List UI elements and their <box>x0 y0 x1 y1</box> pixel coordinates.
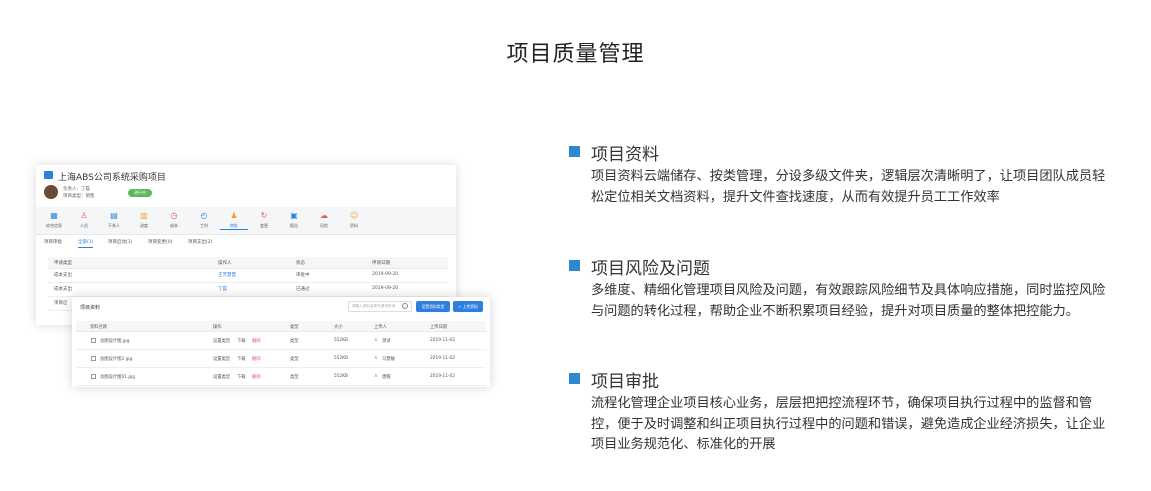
feature-title: 项目风险及问题 <box>591 259 710 279</box>
row-checkbox[interactable] <box>91 356 96 361</box>
contacts-icon: ▤ <box>110 211 118 220</box>
table-header: 资料名称 操作 类型 大小 上传人 上传日期 <box>76 321 486 332</box>
set-type-link[interactable]: 设置类型 <box>213 338 230 344</box>
documents-panel: 项目资料 请输入资料名称关键词查询 设置资料类型 + 上传资料 资料名称 操作 … <box>72 297 490 387</box>
table-row[interactable]: 总图设计图2.jpg 设置类型 下载 删除 类型 552KB ♙ 马慧敏 201… <box>76 350 486 368</box>
grid-icon: ▦ <box>50 211 58 220</box>
module-nav: ▦ 综合信息 ♙ 人员 ▤ 干系人 ▥ 进度 ◷ 成本 ◴ 工时 ♟ 审批 ↻ 变更 ▣ 报告 ☁… <box>36 207 456 235</box>
nav-item-change[interactable]: ↻ 变更 <box>250 210 278 229</box>
page-title: 项目质量管理 <box>506 42 645 67</box>
upload-button[interactable]: + 上传资料 <box>453 301 483 312</box>
project-icon <box>44 171 53 179</box>
report-icon: ▣ <box>290 211 298 220</box>
tab-start[interactable]: 项目启动(1) <box>108 239 132 245</box>
table-row[interactable]: 成本支出 王芳慧慧 审批中 2019-09-20 <box>48 269 448 283</box>
feature-description: 流程化管理企业项目核心业务，层层把把控流程环节，确保项目执行过程中的监督和管控，… <box>591 396 1106 452</box>
bullet-square-icon <box>569 260 580 271</box>
documents-title: 项目资料 <box>80 305 101 311</box>
approval-icon: ♟ <box>230 211 238 220</box>
nav-item-stakeholders[interactable]: ▤ 干系人 <box>100 210 128 229</box>
nav-item-people[interactable]: ♙ 人员 <box>70 210 98 229</box>
set-type-link[interactable]: 设置类型 <box>213 374 230 380</box>
cloud-icon: ☁ <box>320 211 328 220</box>
row-checkbox[interactable] <box>91 338 96 343</box>
delete-link[interactable]: 删除 <box>252 374 261 380</box>
nav-item-progress[interactable]: ▥ 进度 <box>130 210 158 229</box>
search-icon[interactable] <box>402 303 408 309</box>
table-row[interactable]: 总图设计图.jpg 设置类型 下载 删除 类型 552KB ♙ 测试 2019-… <box>76 332 486 350</box>
table-row[interactable]: 总图设计图01.jpg 设置类型 下载 删除 类型 552KB ♙ 唐帽 201… <box>76 368 486 386</box>
project-type: 项目类型：销售 <box>63 194 95 199</box>
project-header: 上海ABS公司系统采购项目 负责人：丁磊 项目类型：销售 进行中 <box>36 165 456 207</box>
download-link[interactable]: 下载 <box>237 374 246 380</box>
project-manager: 负责人：丁磊 <box>63 187 90 192</box>
table-row[interactable]: 成本支出 丁磊 已通过 2019-09-20 <box>48 283 448 297</box>
clock-icon: ◷ <box>170 211 178 220</box>
avatar <box>44 185 58 199</box>
set-type-link[interactable]: 设置类型 <box>213 356 230 362</box>
feature-description: 项目资料云端储存、按类管理，分设多级文件夹，逻辑层次清晰明了，让项目团队成员轻松… <box>591 169 1106 205</box>
status-badge: 进行中 <box>128 189 152 197</box>
download-link[interactable]: 下载 <box>237 356 246 362</box>
change-icon: ↻ <box>260 211 268 220</box>
user-icon: ♙ <box>374 356 378 361</box>
set-type-button[interactable]: 设置资料类型 <box>416 301 450 312</box>
user-icon: ♙ <box>374 374 378 379</box>
bullet-square-icon <box>569 373 580 384</box>
table-header: 申请类型 操作人 状态 申请日期 <box>48 257 448 269</box>
nav-item-risk[interactable]: ☁ 风险 <box>310 210 338 229</box>
project-name: 上海ABS公司系统采购项目 <box>58 173 166 183</box>
timer-icon: ◴ <box>200 211 208 220</box>
nav-item-documents[interactable]: ☺ 资料 <box>340 210 368 229</box>
delete-link[interactable]: 删除 <box>252 356 261 362</box>
user-icon: ♙ <box>374 338 378 343</box>
folder-icon: ☺ <box>349 211 359 220</box>
progress-icon: ▥ <box>140 211 148 220</box>
feature-title: 项目资料 <box>591 145 659 165</box>
tab-change[interactable]: 项目变更(0) <box>148 239 172 245</box>
nav-item-overview[interactable]: ▦ 综合信息 <box>40 210 68 229</box>
person-icon: ♙ <box>80 211 88 220</box>
tab-all[interactable]: 全部(1) <box>78 239 94 248</box>
documents-table: 资料名称 操作 类型 大小 上传人 上传日期 总图设计图.jpg 设置类型 下载… <box>76 321 486 386</box>
delete-link[interactable]: 删除 <box>252 338 261 344</box>
feature-description: 多维度、精细化管理项目风险及问题，有效跟踪风险细节及具体响应措施，同时监控风险与… <box>591 283 1106 319</box>
nav-item-hours[interactable]: ◴ 工时 <box>190 210 218 229</box>
nav-item-report[interactable]: ▣ 报告 <box>280 210 308 229</box>
feature-title: 项目审批 <box>591 372 659 392</box>
tab-expense[interactable]: 项目支出(2) <box>188 239 212 245</box>
nav-item-approval[interactable]: ♟ 审批 <box>220 210 248 230</box>
row-checkbox[interactable] <box>91 374 96 379</box>
tab-approval[interactable]: 项目审批 <box>44 239 62 245</box>
download-link[interactable]: 下载 <box>237 338 246 344</box>
nav-item-cost[interactable]: ◷ 成本 <box>160 210 188 229</box>
bullet-square-icon <box>569 146 580 157</box>
